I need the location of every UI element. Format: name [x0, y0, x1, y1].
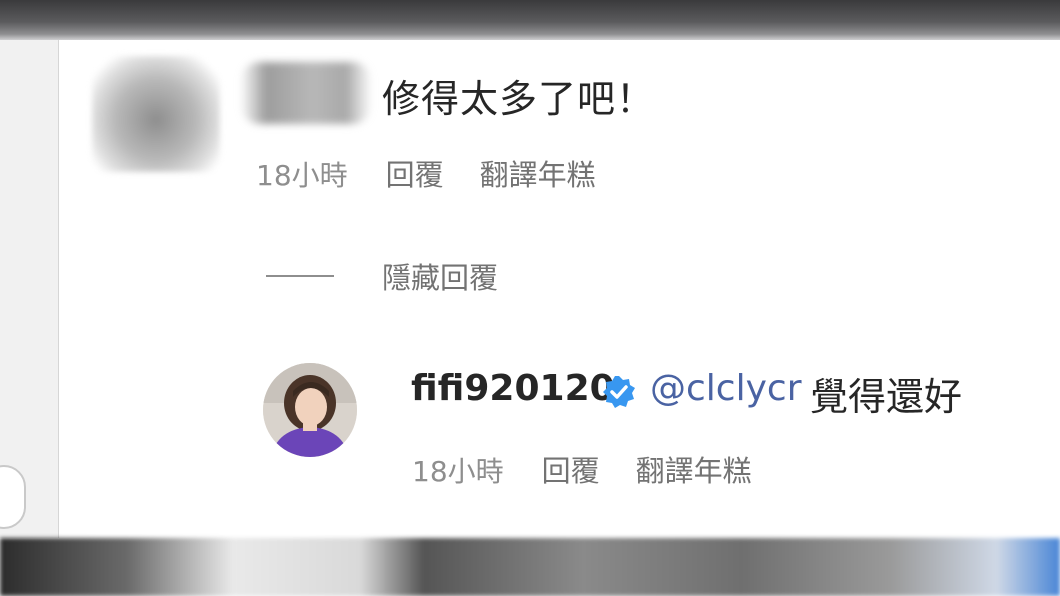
blurred-bottom-banner — [0, 538, 1060, 596]
comment-reply-button[interactable]: 回覆 — [386, 152, 444, 194]
commenter-username-blurred[interactable] — [240, 62, 372, 124]
mention-link[interactable]: @clclycr — [650, 368, 802, 409]
comment-text: 修得太多了吧！ — [382, 77, 656, 121]
blurred-top-banner — [0, 0, 1060, 40]
hide-replies-button[interactable]: 隱藏回覆 — [382, 255, 498, 297]
commenter-avatar-blurred[interactable] — [92, 56, 220, 172]
reply-timestamp: 18小時 — [412, 455, 504, 488]
reply-reply-button[interactable]: 回覆 — [542, 448, 600, 490]
left-panel-edge — [0, 40, 59, 538]
reply-avatar[interactable] — [263, 363, 357, 457]
reply-translate-button[interactable]: 翻譯年糕 — [636, 448, 752, 490]
comment-timestamp: 18小時 — [256, 159, 348, 192]
comment-translate-button[interactable]: 翻譯年糕 — [480, 152, 596, 194]
reply-text: 覺得還好 — [810, 375, 963, 419]
carousel-prev-button[interactable] — [0, 465, 26, 529]
verified-badge-icon — [603, 376, 635, 408]
comment-meta: 18小時 回覆 翻譯年糕 — [256, 152, 596, 194]
avatar-photo — [263, 363, 357, 457]
reply-meta: 18小時 回覆 翻譯年糕 — [412, 448, 752, 490]
reply-username[interactable]: fifi920120 — [411, 368, 615, 409]
hide-replies-divider — [266, 275, 334, 277]
